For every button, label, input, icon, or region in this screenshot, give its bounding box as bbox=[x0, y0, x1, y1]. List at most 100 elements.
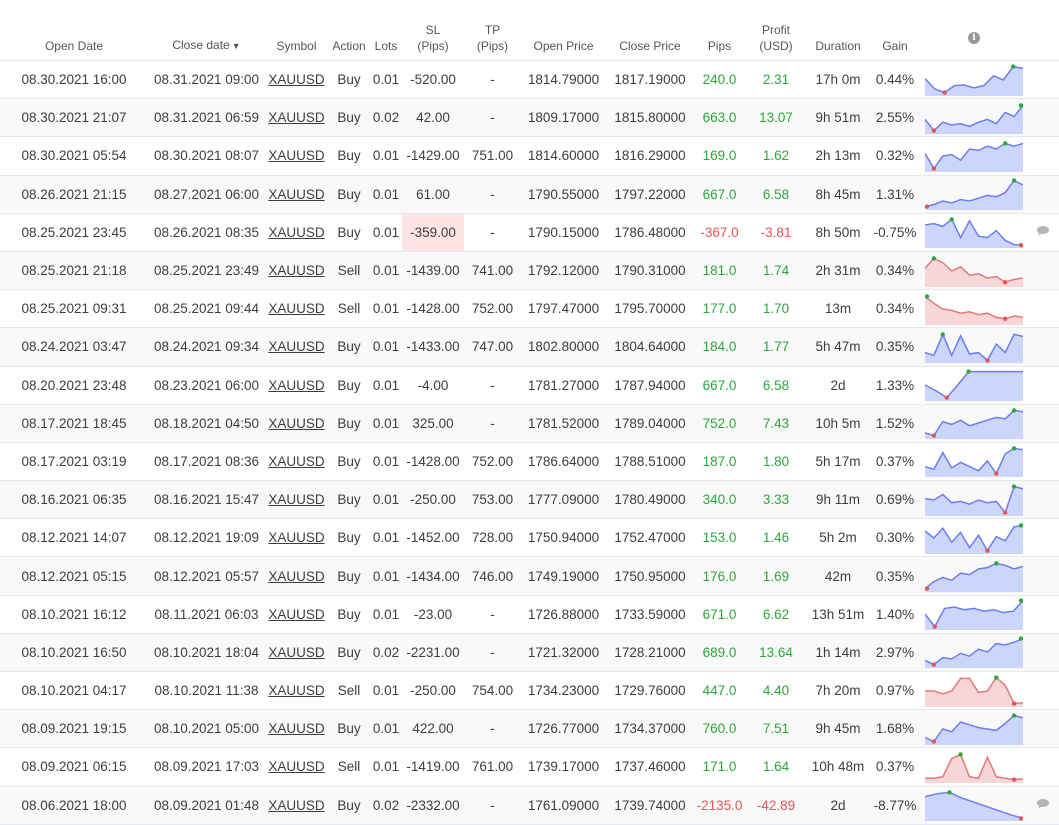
header-tp[interactable]: TP (Pips) bbox=[464, 0, 521, 61]
close-date-cell: 08.10.2021 05:00 bbox=[153, 721, 260, 737]
header-close-price-label: Close Price bbox=[619, 39, 681, 53]
sparkline-cell bbox=[921, 213, 1027, 251]
header-info: i bbox=[921, 0, 1027, 61]
sl-cell: -359.00 bbox=[402, 213, 464, 252]
symbol-link[interactable]: XAUUSD bbox=[268, 454, 324, 469]
sparkline-max-marker bbox=[1011, 408, 1017, 413]
header-open-date[interactable]: Open Date bbox=[0, 0, 148, 61]
action-cell: Buy bbox=[337, 568, 361, 584]
comment-cell bbox=[1027, 328, 1059, 366]
symbol-link[interactable]: XAUUSD bbox=[268, 301, 324, 316]
close-price-cell: 1797.22000 bbox=[614, 186, 686, 202]
lots-cell: 0.01 bbox=[372, 415, 400, 431]
sl-cell: 325.00 bbox=[412, 415, 454, 431]
tp-cell: - bbox=[490, 644, 495, 660]
open-date-cell: 08.25.2021 21:18 bbox=[21, 263, 127, 279]
pips-cell: 177.0 bbox=[702, 301, 737, 317]
header-action[interactable]: Action bbox=[328, 0, 370, 61]
header-sl[interactable]: SL (Pips) bbox=[402, 0, 464, 61]
symbol-link[interactable]: XAUUSD bbox=[268, 263, 324, 278]
table-row: 08.10.2021 16:50 08.10.2021 18:04 XAUUSD Bu… bbox=[0, 633, 1059, 672]
table-row: 08.10.2021 16:12 08.11.2021 06:03 XAUUSD Bu… bbox=[0, 595, 1059, 634]
comment-cell bbox=[1027, 710, 1059, 748]
sparkline-max-marker bbox=[958, 752, 963, 757]
symbol-link[interactable]: XAUUSD bbox=[268, 683, 324, 698]
profit-cell: -3.81 bbox=[760, 224, 792, 240]
comment-icon[interactable] bbox=[1036, 225, 1050, 237]
action-cell: Buy bbox=[337, 377, 361, 393]
header-close-date[interactable]: Close date ▼ bbox=[148, 0, 265, 61]
open-date-cell: 08.25.2021 09:31 bbox=[21, 301, 127, 317]
sparkline-area bbox=[925, 143, 1023, 172]
close-price-cell: 1786.48000 bbox=[614, 224, 686, 240]
open-date-cell: 08.17.2021 03:19 bbox=[21, 453, 127, 469]
sparkline-min-marker bbox=[1018, 816, 1023, 821]
symbol-link[interactable]: XAUUSD bbox=[268, 187, 324, 202]
sparkline-min-marker bbox=[931, 166, 937, 171]
header-lots[interactable]: Lots bbox=[370, 0, 402, 61]
open-price-cell: 1726.88000 bbox=[527, 606, 600, 622]
comment-bubble-shape bbox=[1037, 225, 1049, 236]
gain-cell: 0.37% bbox=[875, 759, 915, 775]
symbol-link[interactable]: XAUUSD bbox=[268, 416, 324, 431]
header-duration[interactable]: Duration bbox=[807, 0, 869, 61]
sl-cell: -1452.00 bbox=[406, 530, 460, 546]
symbol-link[interactable]: XAUUSD bbox=[268, 110, 324, 125]
close-date-cell: 08.27.2021 06:00 bbox=[153, 186, 260, 202]
symbol-link[interactable]: XAUUSD bbox=[268, 798, 324, 813]
duration-cell: 2d bbox=[830, 797, 846, 813]
lots-cell: 0.01 bbox=[372, 759, 400, 775]
table-row: 08.25.2021 21:18 08.25.2021 23:49 XAUUSD Se… bbox=[0, 251, 1059, 290]
header-lots-label: Lots bbox=[374, 39, 398, 53]
symbol-link[interactable]: XAUUSD bbox=[268, 492, 324, 507]
sparkline-min-marker bbox=[932, 624, 937, 630]
header-open-price[interactable]: Open Price bbox=[521, 0, 606, 61]
header-symbol-label: Symbol bbox=[276, 39, 317, 53]
symbol-link[interactable]: XAUUSD bbox=[268, 148, 324, 163]
sparkline-area bbox=[925, 371, 1023, 402]
symbol-link[interactable]: XAUUSD bbox=[268, 225, 324, 240]
lots-cell: 0.01 bbox=[372, 263, 400, 279]
header-pips[interactable]: Pips bbox=[694, 0, 745, 61]
comment-icon[interactable] bbox=[1036, 798, 1050, 810]
duration-cell: 9h 51m bbox=[815, 110, 861, 126]
symbol-cell: XAUUSD bbox=[265, 175, 328, 213]
close-price-cell: 1729.76000 bbox=[614, 683, 686, 699]
sparkline-min-marker bbox=[1011, 700, 1017, 706]
sparkline-cell bbox=[921, 99, 1027, 137]
symbol-link[interactable]: XAUUSD bbox=[268, 645, 324, 660]
header-symbol[interactable]: Symbol bbox=[265, 0, 328, 61]
sl-cell: -1419.00 bbox=[406, 759, 460, 775]
sparkline-min-marker bbox=[1018, 243, 1023, 248]
open-date-cell: 08.09.2021 19:15 bbox=[21, 721, 127, 737]
sl-cell: -1434.00 bbox=[406, 568, 460, 584]
symbol-link[interactable]: XAUUSD bbox=[268, 72, 324, 87]
duration-cell: 5h 17m bbox=[815, 453, 861, 469]
sparkline-cell bbox=[921, 595, 1027, 633]
pips-cell: 184.0 bbox=[702, 339, 737, 355]
sparkline-max-marker bbox=[994, 674, 999, 680]
gain-cell: 0.35% bbox=[875, 568, 915, 584]
symbol-cell: XAUUSD bbox=[265, 366, 328, 404]
action-cell: Sell bbox=[337, 683, 361, 699]
header-close-price[interactable]: Close Price bbox=[606, 0, 694, 61]
symbol-link[interactable]: XAUUSD bbox=[268, 607, 324, 622]
duration-cell: 13h 51m bbox=[811, 606, 865, 622]
symbol-link[interactable]: XAUUSD bbox=[268, 530, 324, 545]
info-icon[interactable]: i bbox=[968, 32, 980, 44]
sparkline-cell bbox=[921, 442, 1027, 480]
header-gain[interactable]: Gain bbox=[869, 0, 921, 61]
symbol-link[interactable]: XAUUSD bbox=[268, 569, 324, 584]
header-profit-unit: (USD) bbox=[759, 39, 793, 53]
symbol-link[interactable]: XAUUSD bbox=[268, 721, 324, 736]
lots-cell: 0.02 bbox=[372, 797, 400, 813]
symbol-link[interactable]: XAUUSD bbox=[268, 759, 324, 774]
pips-cell: 667.0 bbox=[702, 186, 737, 202]
sparkline-cell bbox=[921, 786, 1027, 824]
symbol-link[interactable]: XAUUSD bbox=[268, 378, 324, 393]
symbol-link[interactable]: XAUUSD bbox=[268, 339, 324, 354]
pips-cell: 663.0 bbox=[702, 110, 737, 126]
sparkline-area bbox=[925, 219, 1023, 249]
sparkline-max-marker bbox=[1011, 484, 1017, 489]
header-profit[interactable]: Profit (USD) bbox=[745, 0, 807, 61]
